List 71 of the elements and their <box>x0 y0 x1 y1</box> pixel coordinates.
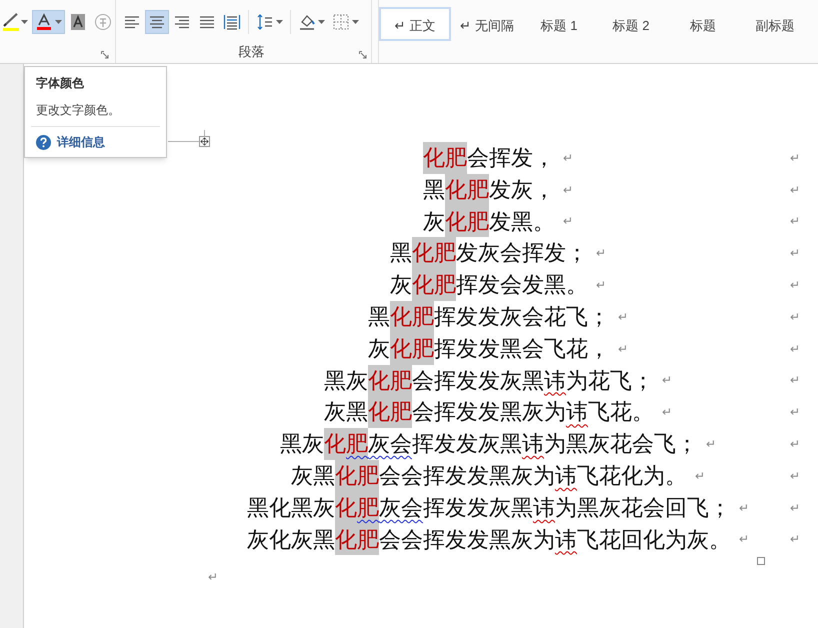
toolbar-button[interactable] <box>145 10 169 34</box>
poem-line: 灰化肥挥发会发黑。 <box>390 269 588 301</box>
highlighter-icon <box>3 13 19 31</box>
group-label: 段落 <box>238 42 266 60</box>
poem-line: 化肥会挥发， <box>423 142 555 174</box>
cell-end-mark: ↵ <box>790 308 800 326</box>
poem-line: 黑灰化肥灰会挥发发灰黑讳为黑灰花会飞； <box>280 428 698 460</box>
paragraph-mark: ↵ <box>563 182 573 199</box>
shaded-letter-icon <box>69 13 87 31</box>
letter-a-color-icon <box>35 13 53 31</box>
poem-line: 黑灰化肥会挥发发灰黑讳为花飞； <box>324 364 654 396</box>
line-spacing-icon <box>256 13 274 31</box>
paragraph-mark: ↵ <box>662 372 672 390</box>
caret-icon <box>352 20 359 24</box>
poem-line: 黑化肥发灰会挥发； <box>390 237 588 270</box>
poem-line: 灰化灰黑化肥会会挥发发黑灰为讳飞花回化为灰。 <box>247 524 731 556</box>
cell-end-mark: ↵ <box>790 500 800 517</box>
toolbar-button[interactable] <box>32 10 65 34</box>
paragraph-mark: ↵ <box>563 213 573 230</box>
cell-end-mark: ↵ <box>790 372 800 390</box>
paragraph-mark: ↵ <box>662 404 672 422</box>
style-item[interactable]: ↵ 无间隔 <box>451 7 523 41</box>
paint-bucket-icon <box>298 13 316 31</box>
tooltip-description: 更改文字颜色。 <box>36 102 121 119</box>
help-icon <box>36 134 51 150</box>
poem-line: 黑化肥发灰， <box>423 174 555 206</box>
style-item[interactable]: ↵ 正文 <box>379 7 451 41</box>
cell-end-mark: ↵ <box>790 531 800 548</box>
style-item[interactable]: 标题 1 <box>523 7 595 41</box>
cell-end-mark: ↵ <box>790 182 800 199</box>
cell-end-mark: ↵ <box>790 340 800 358</box>
dialog-launcher-icon[interactable] <box>359 51 367 59</box>
paragraph-mark: ↵ <box>618 308 628 326</box>
tooltip-title: 字体颜色 <box>36 75 85 92</box>
style-item[interactable]: 副标题 <box>739 7 811 41</box>
cell-end-mark: ↵ <box>790 213 800 230</box>
paragraph-mark: ↵ <box>739 531 749 548</box>
cell-end-mark: ↵ <box>790 436 800 454</box>
poem-line: 灰黑化肥会挥发发黑灰为讳飞花。 <box>324 396 654 428</box>
cell-end-mark: ↵ <box>790 468 800 485</box>
paragraph-mark: ↵ <box>706 436 716 454</box>
paragraph-mark: ↵ <box>596 277 606 294</box>
caret-icon <box>276 20 283 24</box>
paragraph-mark: ↵ <box>563 150 573 167</box>
distributed-align-icon <box>223 13 241 31</box>
cell-end-mark: ↵ <box>790 277 800 294</box>
row-end-marker <box>757 557 765 566</box>
cell-end-mark: ↵ <box>790 404 800 422</box>
paragraph-mark: ↵ <box>208 570 218 584</box>
move-handle-icon[interactable] <box>199 136 210 147</box>
paragraph-mark: ↵ <box>739 500 749 517</box>
poem-line: 灰化肥挥发发黑会飞花， <box>368 332 610 365</box>
cell-end-mark: ↵ <box>790 150 800 167</box>
caret-icon <box>21 20 28 24</box>
poem-line: 灰化肥发黑。 <box>423 206 555 238</box>
cell-end-mark: ↵ <box>790 245 800 262</box>
circled-character-icon <box>94 13 112 31</box>
poem-line: 黑化肥挥发发灰会花飞； <box>368 300 610 333</box>
poem-line: 黑化黑灰化肥灰会挥发发灰黑讳为黑灰花会回飞； <box>247 492 731 524</box>
paragraph-mark: ↵ <box>618 340 628 358</box>
style-item[interactable]: 标题 2 <box>595 7 667 41</box>
poem-line: 灰黑化肥会会挥发发黑灰为讳飞花化为。 <box>291 460 687 492</box>
caret-icon <box>55 20 62 24</box>
more-info-link[interactable]: 详细信息 <box>57 133 105 151</box>
borders-icon <box>332 13 350 31</box>
dialog-launcher-icon[interactable] <box>101 51 109 59</box>
paragraph-mark: ↵ <box>695 468 705 485</box>
paragraph-mark: ↵ <box>596 245 606 262</box>
toolbar-button[interactable] <box>0 10 31 34</box>
caret-icon <box>318 20 325 24</box>
style-item[interactable]: 标题 <box>667 7 739 41</box>
